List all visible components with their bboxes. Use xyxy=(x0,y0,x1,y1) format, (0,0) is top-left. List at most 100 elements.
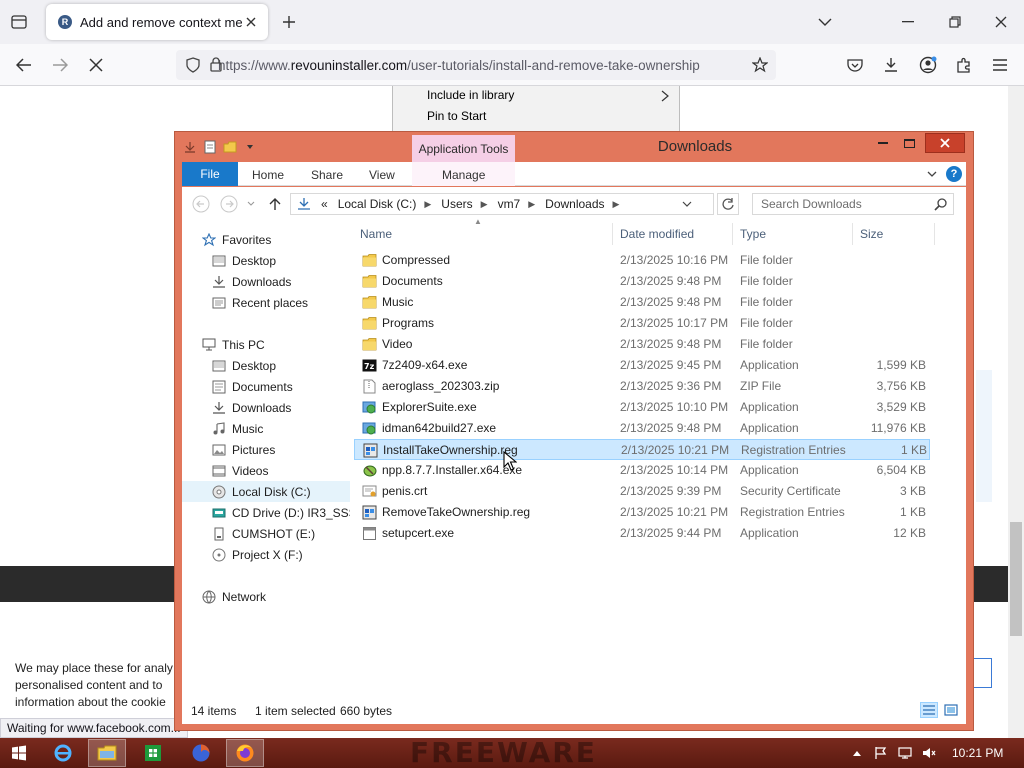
breadcrumb-separator-icon[interactable]: ▶ xyxy=(481,199,488,210)
up-one-level-button[interactable] xyxy=(266,195,284,213)
refresh-button[interactable] xyxy=(717,193,739,215)
ribbon-tab-share[interactable]: Share xyxy=(311,168,343,182)
explorer-title-bar[interactable]: Application Tools Downloads xyxy=(175,132,973,162)
app-menu-button[interactable] xyxy=(987,52,1013,78)
pocket-button[interactable] xyxy=(842,52,868,78)
page-scrollbar-thumb[interactable] xyxy=(1010,522,1022,636)
column-divider[interactable] xyxy=(732,223,733,245)
ribbon-tab-home[interactable]: Home xyxy=(252,168,284,182)
breadcrumb-local-disk[interactable]: Local Disk (C:) xyxy=(338,197,417,211)
account-button[interactable] xyxy=(915,52,941,78)
explorer-close-button[interactable] xyxy=(925,133,965,153)
nav-item-favorites[interactable]: Favorites xyxy=(182,229,350,250)
page-scrollbar[interactable] xyxy=(1008,86,1024,738)
ribbon-tab-file[interactable]: File xyxy=(182,162,238,186)
context-menu-include-in-library[interactable]: Include in library xyxy=(427,88,514,102)
show-hidden-icons-button[interactable] xyxy=(850,746,864,760)
nav-item-cd-drive-d-ir3-sss[interactable]: CD Drive (D:) IR3_SSS xyxy=(182,502,350,523)
explorer-back-button[interactable] xyxy=(192,195,210,213)
nav-item-local-disk-c[interactable]: Local Disk (C:) xyxy=(182,481,350,502)
taskbar-browser-purple[interactable] xyxy=(182,739,220,767)
file-row[interactable]: Documents 2/13/2025 9:48 PM File folder xyxy=(354,271,930,292)
ribbon-tab-manage[interactable]: Manage xyxy=(442,168,485,182)
breadcrumb-separator-icon[interactable]: ▶ xyxy=(424,199,431,210)
file-row[interactable]: penis.crt 2/13/2025 9:39 PM Security Certi… xyxy=(354,481,930,502)
tab-close-button[interactable] xyxy=(242,13,260,31)
taskbar-clock[interactable]: 10:21 PM xyxy=(952,746,1003,760)
column-header-type[interactable]: Type xyxy=(740,227,766,241)
file-row[interactable]: 7z 7z2409-x64.exe 2/13/2025 9:45 PM Applica… xyxy=(354,355,930,376)
nav-item-network[interactable]: Network xyxy=(182,586,350,607)
explorer-forward-button[interactable] xyxy=(220,195,238,213)
nav-item-this-pc[interactable]: This PC xyxy=(182,334,350,355)
column-divider[interactable] xyxy=(852,223,853,245)
nav-item-desktop[interactable]: Desktop xyxy=(182,250,350,271)
new-tab-button[interactable] xyxy=(278,11,300,33)
explorer-maximize-button[interactable] xyxy=(899,133,919,153)
explorer-minimize-button[interactable] xyxy=(873,133,893,153)
file-row[interactable]: idman642build27.exe 2/13/2025 9:48 PM Appl… xyxy=(354,418,930,439)
action-center-flag-icon[interactable] xyxy=(874,746,888,760)
breadcrumb-users[interactable]: Users xyxy=(441,197,472,211)
nav-item-downloads[interactable]: Downloads xyxy=(182,271,350,292)
customize-toolbar-icon[interactable] xyxy=(243,140,257,154)
downloads-button[interactable] xyxy=(878,52,904,78)
nav-item-documents[interactable]: Documents xyxy=(182,376,350,397)
new-folder-icon[interactable] xyxy=(223,140,237,154)
nav-item-downloads[interactable]: Downloads xyxy=(182,397,350,418)
nav-item-pictures[interactable]: Pictures xyxy=(182,439,350,460)
large-icons-view-button[interactable] xyxy=(942,702,960,718)
file-row[interactable]: RemoveTakeOwnership.reg 2/13/2025 10:21 P… xyxy=(354,502,930,523)
file-row[interactable]: Compressed 2/13/2025 10:16 PM File folder xyxy=(354,250,930,271)
tab-overflow-button[interactable] xyxy=(814,11,836,33)
volume-muted-icon[interactable] xyxy=(922,746,936,760)
file-row[interactable]: Music 2/13/2025 9:48 PM File folder xyxy=(354,292,930,313)
forward-button[interactable] xyxy=(46,52,74,78)
file-row[interactable]: Video 2/13/2025 9:48 PM File folder xyxy=(354,334,930,355)
taskbar-firefox[interactable] xyxy=(226,739,264,767)
breadcrumb-separator-icon[interactable]: ▶ xyxy=(613,199,620,210)
file-row[interactable]: setupcert.exe 2/13/2025 9:44 PM Applicatio… xyxy=(354,523,930,544)
breadcrumb-overflow[interactable]: « xyxy=(321,197,328,211)
ribbon-tab-view[interactable]: View xyxy=(369,168,395,182)
nav-item-videos[interactable]: Videos xyxy=(182,460,350,481)
breadcrumb-vm7[interactable]: vm7 xyxy=(498,197,521,211)
network-status-icon[interactable] xyxy=(898,746,912,760)
browser-close-button[interactable] xyxy=(987,8,1015,36)
browser-minimize-button[interactable] xyxy=(894,8,922,36)
address-bar[interactable]: « Local Disk (C:) ▶ Users ▶ vm7 ▶ Downlo… xyxy=(290,193,714,215)
extensions-button[interactable] xyxy=(951,52,977,78)
column-header-name[interactable]: Name xyxy=(360,227,392,241)
details-view-button[interactable] xyxy=(920,702,938,718)
recent-locations-button[interactable] xyxy=(246,195,256,213)
taskbar-file-explorer[interactable] xyxy=(88,739,126,767)
file-row[interactable]: npp.8.7.7.Installer.x64.exe 2/13/2025 10:… xyxy=(354,460,930,481)
context-menu-pin-to-start[interactable]: Pin to Start xyxy=(427,109,486,123)
nav-item-desktop[interactable]: Desktop xyxy=(182,355,350,376)
nav-item-music[interactable]: Music xyxy=(182,418,350,439)
file-row[interactable]: aeroglass_202303.zip 2/13/2025 9:36 PM ZIP… xyxy=(354,376,930,397)
ribbon-expand-button[interactable] xyxy=(924,166,940,182)
column-divider[interactable] xyxy=(934,223,935,245)
browser-restore-button[interactable] xyxy=(941,8,969,36)
file-row[interactable]: ExplorerSuite.exe 2/13/2025 10:10 PM Appli… xyxy=(354,397,930,418)
taskbar-internet-explorer[interactable] xyxy=(44,739,82,767)
start-button[interactable] xyxy=(0,739,38,767)
address-history-button[interactable] xyxy=(681,198,693,210)
star-bookmark-icon[interactable] xyxy=(752,57,768,73)
taskbar-spreadsheet-app[interactable] xyxy=(134,739,172,767)
cookie-button-outline[interactable] xyxy=(974,658,992,688)
nav-item-project-x-f[interactable]: Project X (F:) xyxy=(182,544,350,565)
url-bar[interactable]: https://www.revouninstaller.com/user-tut… xyxy=(176,50,776,80)
download-arrow-icon[interactable] xyxy=(183,140,197,154)
properties-icon[interactable] xyxy=(203,140,217,154)
help-icon[interactable]: ? xyxy=(946,166,962,182)
column-header-date-modified[interactable]: Date modified xyxy=(620,227,694,241)
breadcrumb-downloads[interactable]: Downloads xyxy=(545,197,604,211)
file-row[interactable]: Programs 2/13/2025 10:17 PM File folder xyxy=(354,313,930,334)
back-button[interactable] xyxy=(10,52,38,78)
column-header-size[interactable]: Size xyxy=(860,227,883,241)
column-divider[interactable] xyxy=(612,223,613,245)
list-all-tabs-button[interactable] xyxy=(6,10,32,34)
file-row[interactable]: InstallTakeOwnership.reg 2/13/2025 10:21 … xyxy=(354,439,930,460)
